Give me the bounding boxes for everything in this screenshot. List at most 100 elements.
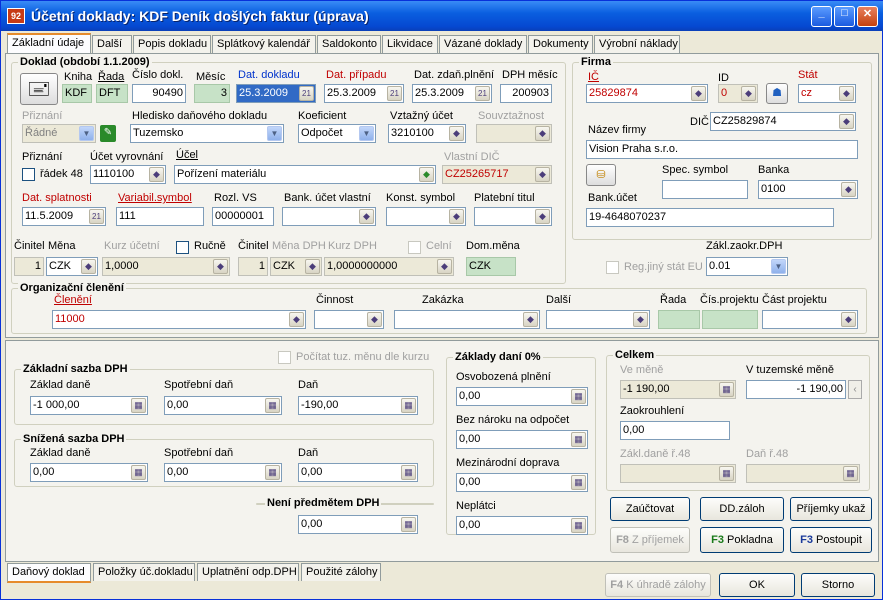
neplatci-field[interactable]: 0,00 ▦ bbox=[456, 516, 588, 535]
lookup-icon[interactable]: ◆ bbox=[535, 167, 550, 182]
priznani-select[interactable]: Řádné ▼ bbox=[22, 124, 96, 143]
kurz-field[interactable]: 1,0000 ◆ bbox=[102, 257, 230, 276]
mezi-field[interactable]: 0,00 ▦ bbox=[456, 473, 588, 492]
mena-field[interactable]: CZK ◆ bbox=[46, 257, 98, 276]
nazev-field[interactable]: Vision Praha s.r.o. bbox=[586, 140, 858, 159]
pocitat-checkbox[interactable] bbox=[278, 351, 291, 364]
lookup-icon[interactable]: ◆ bbox=[839, 86, 854, 101]
lookup-icon[interactable]: ◆ bbox=[149, 167, 164, 182]
snizena-spotr-field[interactable]: 0,00 ▦ bbox=[164, 463, 282, 482]
lookup-icon[interactable]: ◆ bbox=[367, 312, 382, 327]
bank-ucet-vlastni-field[interactable]: ◆ bbox=[282, 207, 376, 226]
calculator-icon[interactable]: ▦ bbox=[571, 475, 586, 490]
calendar-icon[interactable]: 21 bbox=[475, 86, 490, 101]
lookup-icon[interactable]: ◆ bbox=[81, 259, 96, 274]
app-icon[interactable]: 92 bbox=[7, 8, 25, 24]
zakazka-field[interactable]: ◆ bbox=[394, 310, 540, 329]
rucne-checkbox[interactable] bbox=[176, 241, 189, 254]
lookup-icon[interactable]: ◆ bbox=[437, 259, 452, 274]
konst-field[interactable]: ◆ bbox=[386, 207, 466, 226]
bank-ucet-field[interactable]: 19-4648070237 bbox=[586, 208, 834, 227]
title-bar[interactable]: 92 Účetní doklady: KDF Deník došlých fak… bbox=[1, 1, 883, 31]
address-book-icon[interactable]: ☗ bbox=[766, 83, 788, 104]
dan48-field[interactable]: ▦ bbox=[746, 464, 860, 483]
variabil-field[interactable]: 111 bbox=[116, 207, 204, 226]
reg-eu-checkbox[interactable] bbox=[606, 261, 619, 274]
lookup-icon[interactable]: ◆ bbox=[305, 259, 320, 274]
calculator-icon[interactable]: ▦ bbox=[571, 432, 586, 447]
chevron-down-icon[interactable]: ▼ bbox=[267, 126, 282, 141]
dalsi-field[interactable]: ◆ bbox=[546, 310, 650, 329]
rozl-vs-field[interactable]: 00000001 bbox=[212, 207, 274, 226]
k-uhrade-button[interactable]: F4 K úhradě zálohy bbox=[605, 573, 711, 597]
dat-splat-field[interactable]: 11.5.2009 21 bbox=[22, 207, 106, 226]
calculator-icon[interactable]: ▦ bbox=[131, 465, 146, 480]
bez-field[interactable]: 0,00 ▦ bbox=[456, 430, 588, 449]
vlastni-dic-field[interactable]: CZ25265717 ◆ bbox=[442, 165, 552, 184]
stat-field[interactable]: cz ◆ bbox=[798, 84, 856, 103]
zakladni-zaklad-field[interactable]: -1 000,00 ▦ bbox=[30, 396, 148, 415]
calculator-icon[interactable]: ▦ bbox=[265, 465, 280, 480]
calculator-icon[interactable]: ▦ bbox=[401, 465, 416, 480]
lookup-icon[interactable]: ◆ bbox=[841, 312, 856, 327]
tab-popis-dokladu[interactable]: Popis dokladu bbox=[133, 35, 211, 53]
minimize-button[interactable]: _ bbox=[811, 6, 832, 27]
lookup-icon[interactable]: ◆ bbox=[741, 86, 756, 101]
coins-icon[interactable]: ⛁ bbox=[586, 164, 616, 186]
zakl-zaokr-select[interactable]: 0.01 ▼ bbox=[706, 257, 788, 276]
snizena-dan-field[interactable]: 0,00 ▦ bbox=[298, 463, 418, 482]
tab-zakladni-udaje[interactable]: Základní údaje bbox=[7, 33, 91, 54]
cis-proj-field[interactable] bbox=[702, 310, 758, 329]
postoupit-button[interactable]: F3 Postoupit bbox=[790, 527, 872, 553]
tab-likvidace[interactable]: Likvidace bbox=[382, 35, 438, 53]
lookup-icon[interactable]: ◆ bbox=[359, 209, 374, 224]
edit-icon[interactable]: ✎ bbox=[100, 125, 116, 142]
chevron-down-icon[interactable]: ▼ bbox=[79, 126, 94, 141]
z-prijemek-button[interactable]: F8 Z příjemek bbox=[610, 527, 690, 553]
lookup-icon[interactable]: ◆ bbox=[419, 167, 434, 182]
tab-splatkovy-kalendar[interactable]: Splátkový kalendář bbox=[212, 35, 316, 53]
calendar-icon[interactable]: 21 bbox=[387, 86, 402, 101]
zaokr-field[interactable]: 0,00 bbox=[620, 421, 730, 440]
dph-mesic-field[interactable]: 200903 bbox=[500, 84, 552, 103]
dat-pripadu-field[interactable]: 25.3.2009 21 bbox=[324, 84, 404, 103]
rada-org-field[interactable] bbox=[658, 310, 700, 329]
celni-checkbox[interactable] bbox=[408, 241, 421, 254]
calendar-icon[interactable]: 21 bbox=[89, 209, 104, 224]
snizena-zaklad-field[interactable]: 0,00 ▦ bbox=[30, 463, 148, 482]
lookup-icon[interactable]: ◆ bbox=[633, 312, 648, 327]
rada-field[interactable]: DFT bbox=[96, 84, 128, 103]
dom-mena-field[interactable]: CZK bbox=[466, 257, 516, 276]
tab-dokumenty[interactable]: Dokumenty bbox=[528, 35, 593, 53]
koeficient-select[interactable]: Odpočet ▼ bbox=[298, 124, 376, 143]
tab-vyrobni-naklady[interactable]: Výrobní náklady bbox=[594, 35, 680, 53]
tab-saldokonto[interactable]: Saldokonto bbox=[317, 35, 381, 53]
zakladni-dan-field[interactable]: -190,00 ▦ bbox=[298, 396, 418, 415]
calculator-icon[interactable]: ▦ bbox=[401, 398, 416, 413]
lookup-icon[interactable]: ◆ bbox=[691, 86, 706, 101]
banka-field[interactable]: 0100 ◆ bbox=[758, 180, 858, 199]
zauctovat-button[interactable]: Zaúčtovat bbox=[610, 497, 690, 521]
lookup-icon[interactable]: ◆ bbox=[523, 312, 538, 327]
chevron-left-icon[interactable]: ‹ bbox=[848, 380, 862, 399]
tuz-field[interactable]: -1 190,00 bbox=[746, 380, 846, 399]
lookup-icon[interactable]: ◆ bbox=[449, 209, 464, 224]
kniha-field[interactable]: KDF bbox=[62, 84, 92, 103]
tab-pouzite-zalohy[interactable]: Použité zálohy bbox=[301, 563, 381, 581]
ve-mene-field[interactable]: -1 190,00 ▦ bbox=[620, 380, 736, 399]
lookup-icon[interactable]: ◆ bbox=[449, 126, 464, 141]
lookup-icon[interactable]: ◆ bbox=[535, 126, 550, 141]
tab-polozky[interactable]: Položky úč.dokladu bbox=[93, 563, 195, 581]
souvztaznost-field[interactable]: ◆ bbox=[476, 124, 552, 143]
hledisko-select[interactable]: Tuzemsko ▼ bbox=[130, 124, 284, 143]
pokladna-button[interactable]: F3 Pokladna bbox=[700, 527, 784, 553]
cast-proj-field[interactable]: ◆ bbox=[762, 310, 858, 329]
dic-field[interactable]: CZ25829874 ◆ bbox=[710, 112, 856, 131]
calculator-icon[interactable]: ▦ bbox=[265, 398, 280, 413]
stamp-icon[interactable]: 🖃 bbox=[20, 73, 58, 105]
ok-button[interactable]: OK bbox=[719, 573, 795, 597]
osvob-field[interactable]: 0,00 ▦ bbox=[456, 387, 588, 406]
cislo-field[interactable]: 90490 bbox=[132, 84, 186, 103]
cinitel2-field[interactable]: 1 bbox=[238, 257, 268, 276]
lookup-icon[interactable]: ◆ bbox=[213, 259, 228, 274]
